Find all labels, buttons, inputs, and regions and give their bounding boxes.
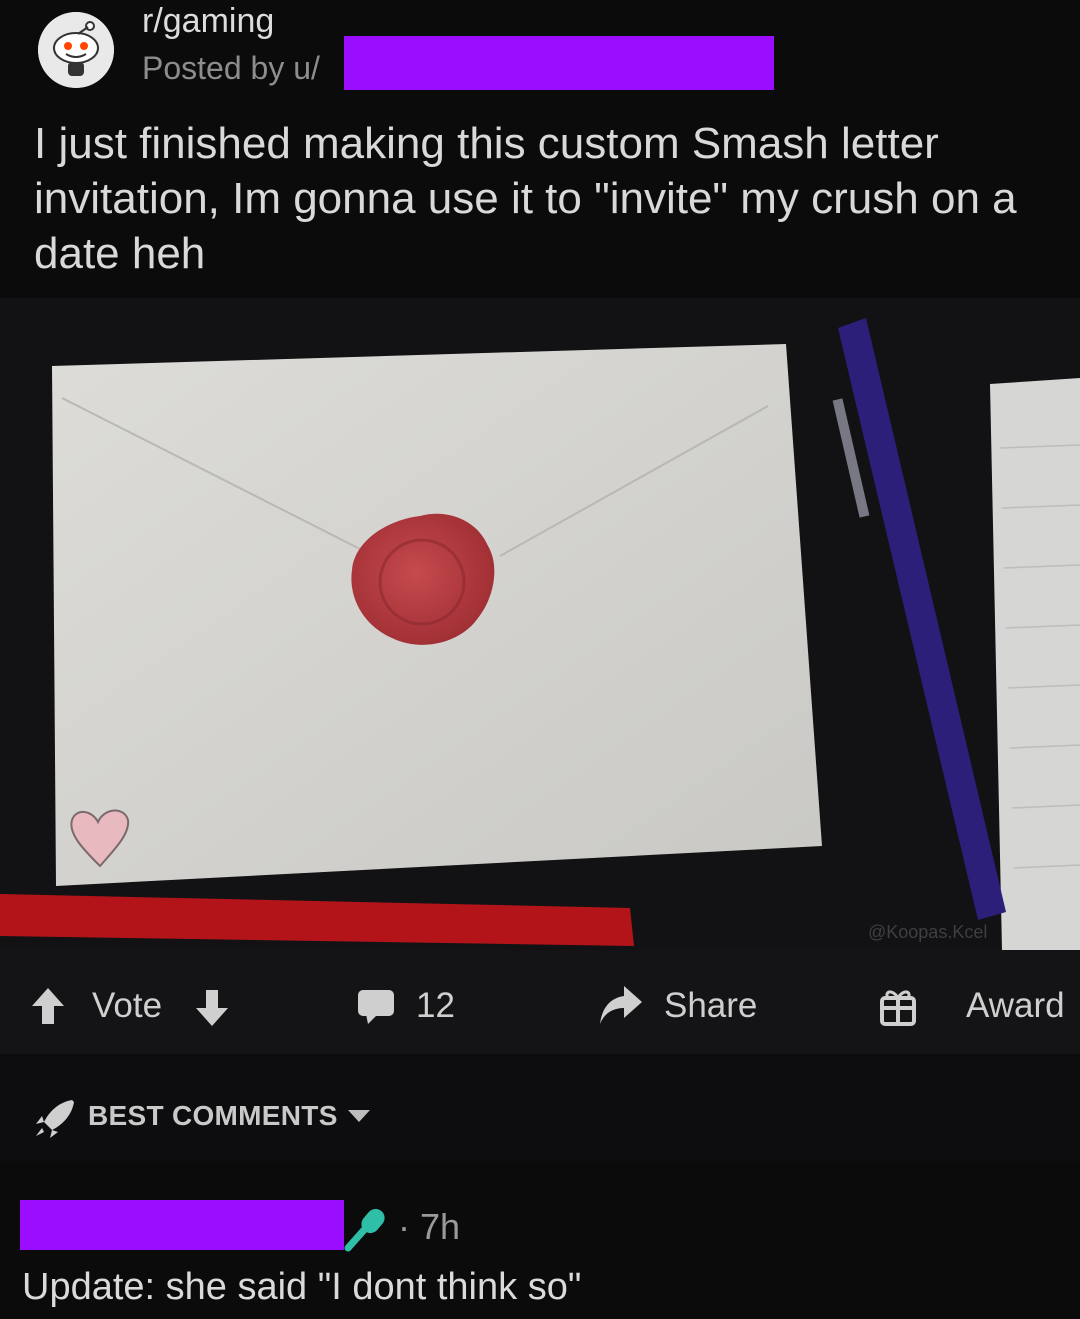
post-image[interactable]: @Koopas.Kcel <box>0 298 1080 950</box>
award-button[interactable]: Award <box>966 986 1065 1026</box>
vote-label: Vote <box>92 986 163 1025</box>
rocket-icon <box>34 1098 76 1143</box>
subreddit-name[interactable]: r/gaming <box>142 2 274 41</box>
commenter-redaction <box>20 1200 344 1250</box>
comment-icon[interactable] <box>356 988 396 1031</box>
microphone-icon <box>344 1206 390 1257</box>
username-redaction <box>344 36 774 90</box>
share-button[interactable]: Share <box>664 986 757 1026</box>
image-watermark: @Koopas.Kcel <box>868 922 988 942</box>
post-title[interactable]: I just finished making this custom Smash… <box>34 116 1034 281</box>
share-icon[interactable] <box>598 984 644 1031</box>
award-icon[interactable] <box>878 986 918 1031</box>
sort-dropdown[interactable]: BEST COMMENTS <box>88 1100 338 1132</box>
comment-body[interactable]: Update: she said "I dont think so" <box>22 1266 581 1309</box>
subreddit-avatar-icon[interactable] <box>38 12 114 88</box>
comment-count[interactable]: 12 <box>416 986 455 1026</box>
comment-timestamp: · 7h <box>398 1206 461 1247</box>
chevron-down-icon[interactable] <box>346 1108 372 1129</box>
posted-by-label: Posted by u/ <box>142 50 320 86</box>
upvote-icon[interactable] <box>30 986 66 1031</box>
downvote-icon[interactable] <box>194 988 230 1033</box>
